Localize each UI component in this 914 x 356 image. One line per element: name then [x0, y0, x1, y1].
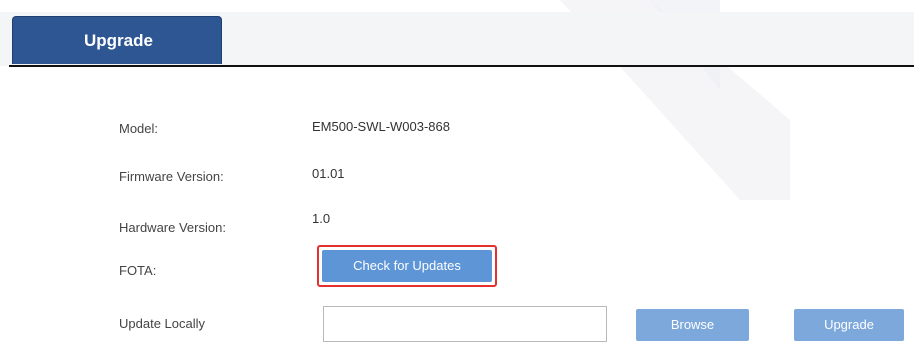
upgrade-button[interactable]: Upgrade — [794, 309, 904, 341]
firmware-version-value: 01.01 — [312, 166, 345, 181]
update-locally-label: Update Locally — [119, 316, 205, 331]
hardware-version-value: 1.0 — [312, 211, 331, 226]
upgrade-page: Upgrade Model: EM500-SWL-W003-868 Firmwa… — [0, 0, 914, 356]
model-label: Model: — [119, 121, 159, 136]
tab-upgrade[interactable]: Upgrade — [12, 16, 222, 64]
hardware-version-label: Hardware Version: — [119, 220, 226, 235]
fota-label: FOTA: — [119, 263, 157, 278]
tab-divider — [9, 65, 914, 67]
firmware-version-label: Firmware Version: — [119, 169, 224, 184]
model-value: EM500-SWL-W003-868 — [312, 119, 450, 134]
browse-button[interactable]: Browse — [636, 309, 749, 341]
check-for-updates-button[interactable]: Check for Updates — [322, 250, 492, 282]
firmware-file-input[interactable] — [323, 306, 607, 342]
